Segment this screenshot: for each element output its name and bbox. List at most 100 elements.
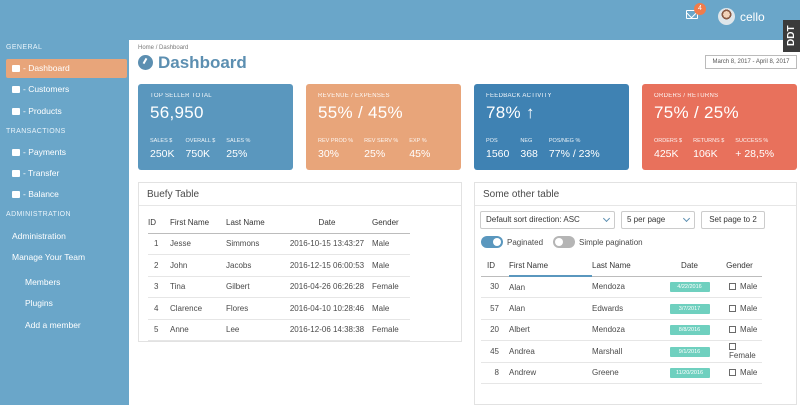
cell-last-name: Greene (592, 362, 662, 384)
simple-pagination-toggle[interactable] (553, 236, 575, 248)
sidebar-item-plugins[interactable]: Plugins (25, 298, 53, 308)
tile-title: ORDERS / RETURNS (654, 93, 719, 99)
cell-last-name: Lee (226, 319, 282, 341)
column-header-id[interactable]: ID (481, 256, 509, 277)
balance-icon (12, 191, 20, 198)
card-icon (12, 149, 20, 156)
column-header-id[interactable]: ID (148, 213, 170, 234)
date-tag: 3/7/2017 (669, 303, 710, 314)
tile-stat-value: 250K (150, 148, 175, 160)
set-page-button[interactable]: Set page to 2 (701, 211, 765, 229)
toggle-knob (555, 238, 563, 246)
sidebar-item-transfer[interactable]: - Transfer (6, 164, 127, 183)
cell-last-name: Mendoza (592, 319, 662, 341)
sidebar-item-label: - Products (23, 106, 62, 116)
sidebar: GENERAL - Dashboard - Customers - Produc… (0, 40, 129, 405)
paginated-toggle[interactable] (481, 236, 503, 248)
sidebar-item-label: - Customers (23, 84, 70, 94)
column-header-gender[interactable]: Gender (372, 213, 410, 234)
date-tag: 11/20/2016 (669, 368, 710, 379)
table-row[interactable]: 2 John Jacobs 2016-12-15 06:00:53 Male (148, 254, 410, 277)
tile-stat-label: POS (486, 138, 498, 144)
table-row[interactable]: 57 Alan Edwards 3/7/2017 Male (481, 297, 762, 320)
tile-stat-label: REV PROD % (318, 138, 354, 144)
paginated-label: Paginated (507, 238, 544, 247)
tile-stat-label: REV SERV % (364, 138, 399, 144)
tile-orders-returns: ORDERS / RETURNS 75% / 25% ORDERS $425K … (642, 84, 797, 170)
column-header-date[interactable]: Date (282, 213, 372, 234)
table-row[interactable]: 30 Alan Mendoza 4/22/2016 Male (481, 276, 762, 298)
sidebar-item-manage-team[interactable]: Manage Your Team (12, 252, 85, 262)
cell-id: 8 (481, 362, 509, 384)
sidebar-section-administration: ADMINISTRATION (6, 211, 71, 218)
column-header-first-name[interactable]: First Name (509, 256, 592, 277)
other-table-panel: Some other table Default sort direction:… (474, 182, 797, 405)
date-range-picker[interactable]: March 8, 2017 - April 8, 2017 (705, 55, 797, 69)
sidebar-item-dashboard[interactable]: - Dashboard (6, 59, 127, 78)
table-row[interactable]: 8 Andrew Greene 11/20/2016 Male (481, 362, 762, 384)
table-row[interactable]: 5 Anne Lee 2016-12-06 14:38:38 Female (148, 319, 410, 341)
page-title: Dashboard (138, 53, 247, 73)
cell-id: 4 (148, 297, 170, 320)
tile-value: 78% ↑ (486, 103, 535, 122)
cell-gender: Female (372, 319, 410, 341)
cell-id: 2 (148, 254, 170, 277)
cell-first-name: Alan (509, 276, 592, 298)
cell-last-name: Edwards (592, 297, 662, 320)
sidebar-item-balance[interactable]: - Balance (6, 185, 127, 204)
table-row[interactable]: 1 Jesse Simmons 2016-10-15 13:43:27 Male (148, 233, 410, 255)
breadcrumb-current: Dashboard (159, 45, 189, 51)
cell-gender: Female (372, 276, 410, 298)
sidebar-item-members[interactable]: Members (25, 277, 60, 287)
date-tag: 4/22/2016 (669, 282, 710, 293)
column-header-first-name[interactable]: First Name (170, 213, 226, 234)
tile-value: 55% / 45% (318, 103, 403, 122)
gender-icon (729, 369, 736, 377)
table-row[interactable]: 4 Clarence Flores 2016-04-10 10:28:46 Male (148, 297, 410, 320)
sidebar-item-label: - Balance (23, 189, 59, 199)
cell-first-name: Jesse (170, 233, 226, 255)
tile-stat-value: + 28,5% (735, 148, 775, 160)
tile-stat-label: SUCCESS % (735, 138, 769, 144)
cell-gender: Male (372, 233, 410, 255)
chevron-down-icon (682, 214, 691, 223)
cell-last-name: Simmons (226, 233, 282, 255)
cell-id: 45 (481, 340, 509, 363)
sidebar-item-customers[interactable]: - Customers (6, 80, 127, 99)
tile-stat-label: ORDERS $ (654, 138, 683, 144)
tile-stat-value: 1560 (486, 148, 510, 160)
table-row[interactable]: 3 Tina Gilbert 2016-04-26 06:26:28 Female (148, 276, 410, 298)
dashboard-icon (12, 65, 20, 72)
cell-last-name: Gilbert (226, 276, 282, 298)
column-header-last-name[interactable]: Last Name (592, 256, 662, 277)
tile-top-seller: TOP SELLER TOTAL 56,950 SALES $ 250K OVER… (138, 84, 293, 170)
sidebar-item-payments[interactable]: - Payments (6, 143, 127, 162)
per-page-select[interactable]: 5 per page (621, 211, 695, 229)
sidebar-item-products[interactable]: - Products (6, 102, 127, 121)
column-header-gender[interactable]: Gender (717, 256, 762, 277)
tile-stat-value: 368 (520, 148, 538, 160)
breadcrumb-home[interactable]: Home (138, 45, 154, 51)
sort-direction-select[interactable]: Default sort direction: ASC (480, 211, 615, 229)
user-name[interactable]: cello (740, 10, 765, 24)
cell-date: 2016-04-10 10:28:46 (282, 297, 372, 320)
gender-icon (729, 283, 736, 291)
column-header-last-name[interactable]: Last Name (226, 213, 282, 234)
users-icon (12, 86, 20, 93)
sidebar-section-transactions: TRANSACTIONS (6, 128, 66, 135)
tachometer-icon (138, 55, 153, 70)
column-header-date[interactable]: Date (662, 256, 717, 277)
tile-stat-value: 30% (318, 148, 340, 160)
cell-first-name: John (170, 254, 226, 277)
table-row[interactable]: 20 Albert Mendoza 8/8/2016 Male (481, 319, 762, 341)
sidebar-item-add-member[interactable]: Add a member (25, 320, 81, 330)
buefy-table: ID First Name Last Name Date Gender 1 Jes… (148, 213, 410, 341)
cell-date: 2016-12-06 14:38:38 (282, 319, 372, 341)
tile-stat-value: 25% (364, 148, 386, 160)
cell-gender: Male (740, 303, 758, 313)
table-row[interactable]: 45 Andrea Marshall 9/1/2016 Female (481, 340, 762, 363)
gender-icon (729, 326, 736, 334)
user-avatar[interactable] (718, 8, 735, 25)
sidebar-item-administration[interactable]: Administration (12, 231, 66, 241)
cell-id: 20 (481, 319, 509, 341)
